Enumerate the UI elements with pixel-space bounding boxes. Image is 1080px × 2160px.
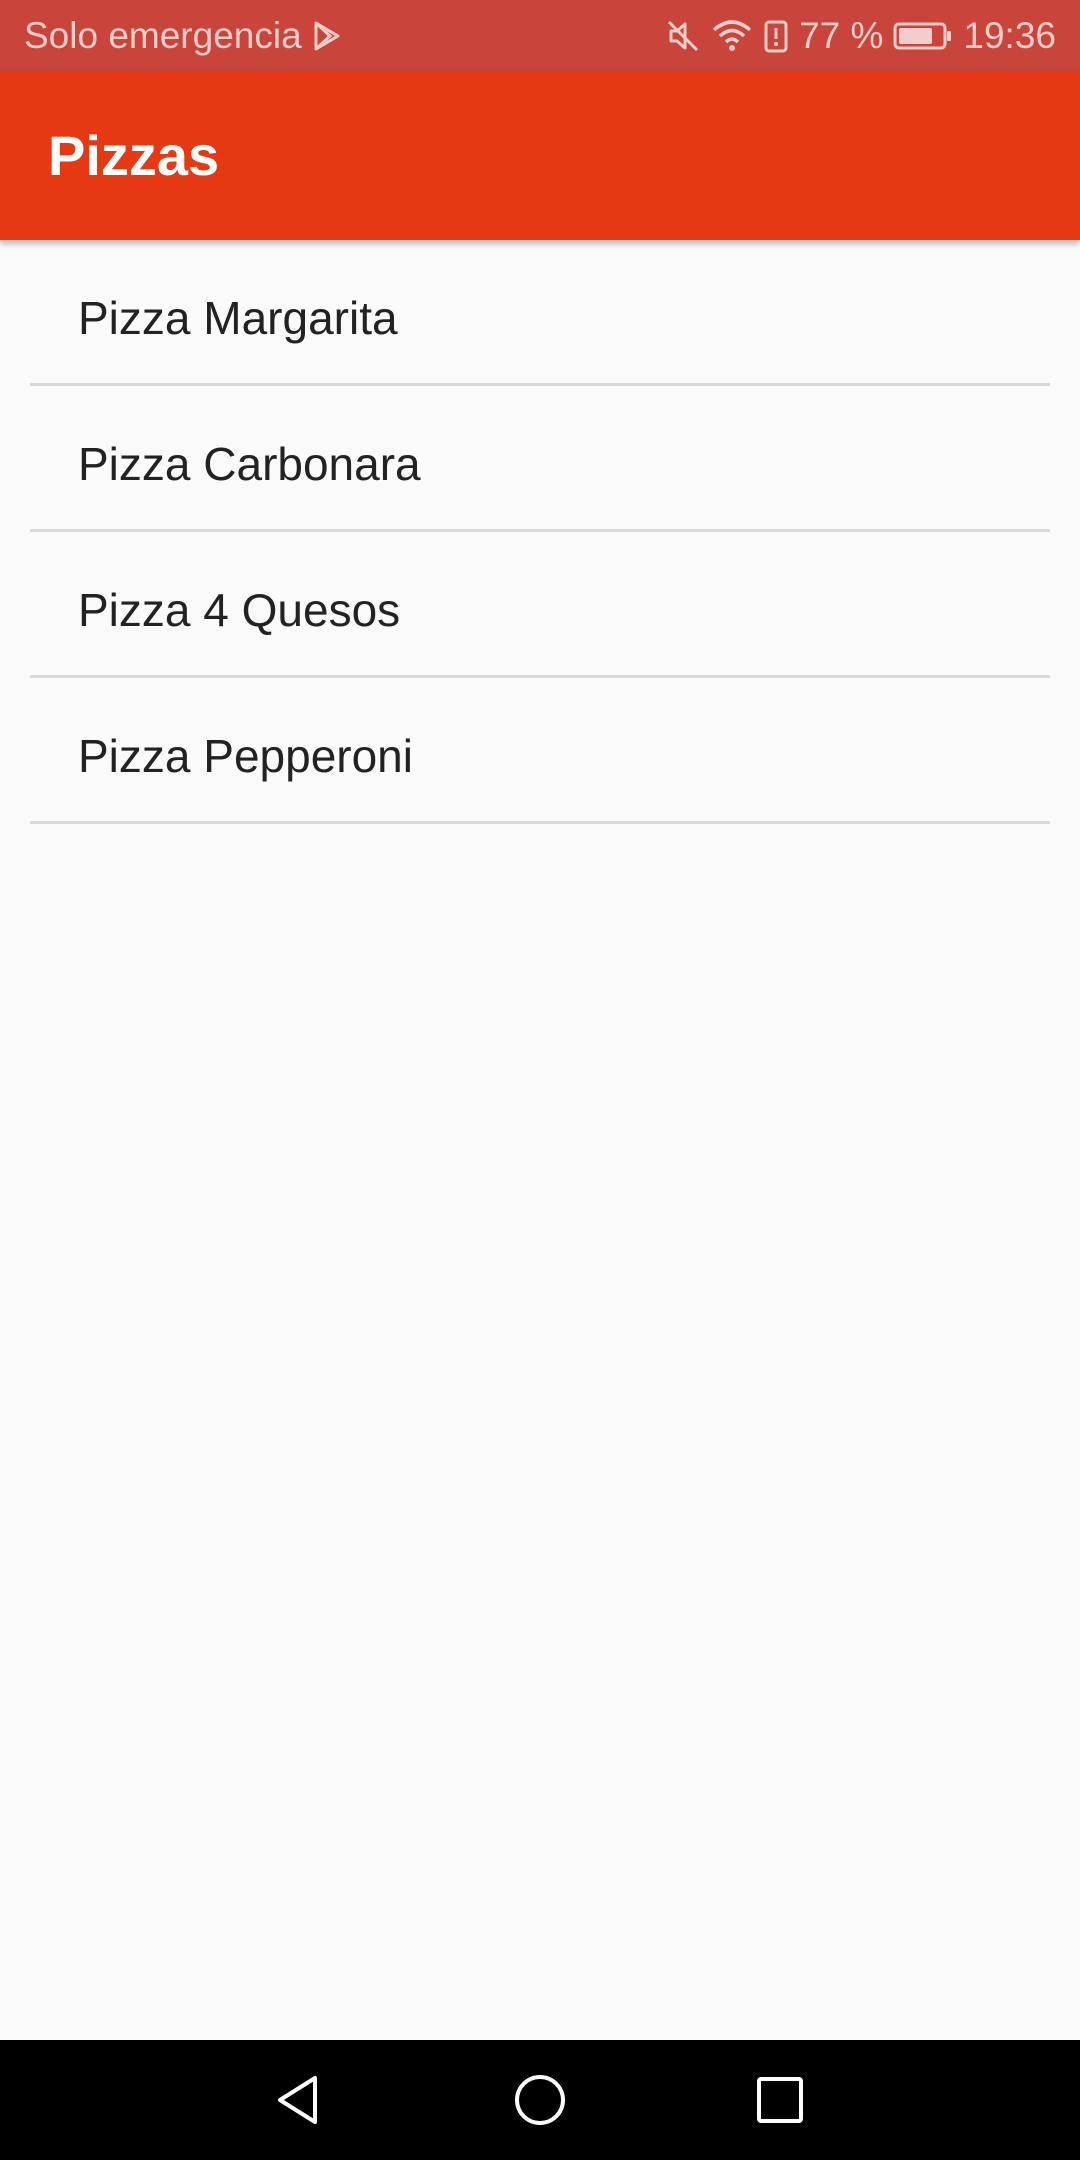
home-icon [515, 2075, 565, 2125]
app-bar: Pizzas [0, 71, 1080, 240]
recents-button[interactable] [720, 2040, 840, 2160]
home-button[interactable] [480, 2040, 600, 2160]
battery-percent: 77 % [799, 14, 884, 56]
status-left: Solo emergencia [24, 15, 342, 57]
mute-icon [665, 18, 701, 54]
play-store-icon [312, 20, 342, 52]
battery-icon [893, 20, 953, 52]
pizza-list: Pizza Margarita Pizza Carbonara Pizza 4 … [30, 240, 1050, 824]
status-bar: Solo emergencia 77 % 19:36 [0, 0, 1080, 71]
back-icon [278, 2076, 317, 2124]
list-item-pizza-pepperoni[interactable]: Pizza Pepperoni [30, 678, 1050, 824]
battery-alert-icon [763, 18, 789, 54]
list-item-label: Pizza 4 Quesos [78, 583, 401, 636]
list-item-label: Pizza Carbonara [78, 437, 421, 490]
recents-icon [757, 2077, 803, 2123]
list-item-pizza-carbonara[interactable]: Pizza Carbonara [30, 386, 1050, 532]
carrier-text: Solo emergencia [24, 14, 302, 56]
list-item-pizza-margarita[interactable]: Pizza Margarita [30, 240, 1050, 386]
page-title: Pizzas [48, 124, 220, 187]
wifi-icon [711, 18, 753, 54]
clock: 19:36 [963, 14, 1056, 56]
status-right: 77 % 19:36 [665, 15, 1056, 57]
back-button[interactable] [240, 2040, 360, 2160]
list-item-label: Pizza Pepperoni [78, 729, 413, 782]
list-item-label: Pizza Margarita [78, 291, 398, 344]
navigation-bar [0, 2040, 1080, 2160]
list-item-pizza-4-quesos[interactable]: Pizza 4 Quesos [30, 532, 1050, 678]
